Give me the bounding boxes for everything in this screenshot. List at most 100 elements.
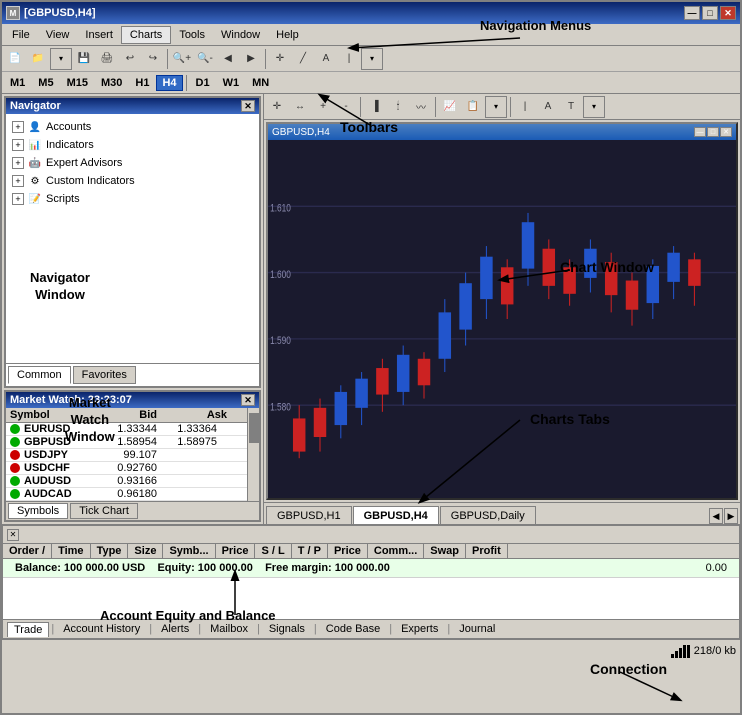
tf-m1[interactable]: M1 [4, 75, 31, 91]
ct-draw-dropdown[interactable]: ▾ [583, 96, 605, 118]
nav-tab-favorites[interactable]: Favorites [73, 366, 136, 384]
ct-candle[interactable]: 🕯 [387, 96, 409, 118]
market-watch-title: Market Watch: 23:23:07 ✕ [6, 392, 259, 408]
inner-close-btn[interactable]: ✕ [720, 127, 732, 137]
menu-window[interactable]: Window [213, 27, 268, 43]
mw-row-gbpusd[interactable]: GBPUSD 1.58954 1.58975 [6, 436, 247, 449]
nav-expand-scripts[interactable]: + [12, 193, 24, 205]
tb-print[interactable]: 🖨 [96, 48, 118, 70]
nav-expand-accounts[interactable]: + [12, 121, 24, 133]
ct-zoomin[interactable]: + [312, 96, 334, 118]
ct-period-sep[interactable]: | [514, 96, 536, 118]
menu-help[interactable]: Help [268, 27, 307, 43]
market-watch-header: Symbol Bid Ask [6, 408, 247, 423]
ct-template[interactable]: 📋 [462, 96, 484, 118]
chart-tab-prev[interactable]: ◀ [709, 508, 723, 524]
tb-scroll-right[interactable]: ▶ [240, 48, 262, 70]
tb-period-sep[interactable]: | [338, 48, 360, 70]
accounts-icon: 👤 [28, 120, 42, 134]
tb-tools-dropdown[interactable]: ▾ [361, 48, 383, 70]
nav-expand-expert[interactable]: + [12, 157, 24, 169]
nav-item-accounts[interactable]: + 👤 Accounts [8, 118, 257, 136]
tb-open[interactable]: 📁 [27, 48, 49, 70]
menu-insert[interactable]: Insert [77, 27, 121, 43]
term-tab-trade[interactable]: Trade [7, 622, 49, 637]
mw-row-audusd[interactable]: AUDUSD 0.93166 [6, 475, 247, 488]
term-tab-signals[interactable]: Signals [262, 621, 312, 637]
tb-new-chart[interactable]: 📄 [4, 48, 26, 70]
tf-d1[interactable]: D1 [190, 75, 216, 91]
menu-view[interactable]: View [38, 27, 78, 43]
tf-m15[interactable]: M15 [61, 75, 94, 91]
tb-open-dropdown[interactable]: ▾ [50, 48, 72, 70]
term-tab-mailbox[interactable]: Mailbox [203, 621, 255, 637]
tf-mn[interactable]: MN [246, 75, 275, 91]
ct-zoomout[interactable]: - [335, 96, 357, 118]
nav-item-custom-indicators[interactable]: + ⚙ Custom Indicators [8, 172, 257, 190]
tb-text[interactable]: A [315, 48, 337, 70]
tf-m5[interactable]: M5 [32, 75, 59, 91]
term-tab-codebase[interactable]: Code Base [319, 621, 387, 637]
tb-zoom-out[interactable]: 🔍- [194, 48, 216, 70]
tf-m30[interactable]: M30 [95, 75, 128, 91]
tb-redo[interactable]: ↪ [142, 48, 164, 70]
terminal-close-btn[interactable]: ✕ [7, 529, 19, 541]
tb-save[interactable]: 💾 [73, 48, 95, 70]
tf-h1[interactable]: H1 [129, 75, 155, 91]
ct-A[interactable]: A [537, 96, 559, 118]
minimize-button[interactable]: — [684, 6, 700, 20]
nav-item-scripts[interactable]: + 📝 Scripts [8, 190, 257, 208]
mw-symbol-gbpusd: GBPUSD [24, 436, 96, 448]
mw-row-eurusd[interactable]: EURUSD 1.33344 1.33364 [6, 423, 247, 436]
chart-tab-next[interactable]: ▶ [724, 508, 738, 524]
tb-zoom-in[interactable]: 🔍+ [171, 48, 193, 70]
chart-tab-gbpusd-h4[interactable]: GBPUSD,H4 [353, 506, 439, 524]
ct-crosshair[interactable]: ✛ [266, 96, 288, 118]
ct-move[interactable]: ↔ [289, 96, 311, 118]
term-tab-experts[interactable]: Experts [394, 621, 445, 637]
menu-charts[interactable]: Charts [121, 26, 171, 44]
mw-tab-tick-chart[interactable]: Tick Chart [70, 503, 138, 519]
term-tab-account-history[interactable]: Account History [56, 621, 147, 637]
ct-line[interactable]: 〰 [410, 96, 432, 118]
custom-indicators-icon: ⚙ [28, 174, 42, 188]
tb-undo[interactable]: ↩ [119, 48, 141, 70]
ct-bar[interactable]: ▐ [364, 96, 386, 118]
chart-tabs: GBPUSD,H1 GBPUSD,H4 GBPUSD,Daily ◀ ▶ [264, 502, 740, 524]
nav-expand-indicators[interactable]: + [12, 139, 24, 151]
mw-row-audcad[interactable]: AUDCAD 0.96180 [6, 488, 247, 501]
nav-item-indicators[interactable]: + 📊 Indicators [8, 136, 257, 154]
title-bar: M [GBPUSD,H4] — □ ✕ [2, 2, 740, 24]
ct-dropdown[interactable]: ▾ [485, 96, 507, 118]
mw-row-usdchf[interactable]: USDCHF 0.92760 [6, 462, 247, 475]
svg-text:1.600: 1.600 [270, 269, 291, 281]
inner-minimize-btn[interactable]: — [694, 127, 706, 137]
profit-value: 0.00 [706, 562, 735, 574]
market-watch-close-button[interactable]: ✕ [241, 394, 255, 406]
tb-line[interactable]: ╱ [292, 48, 314, 70]
chart-tab-gbpusd-h1[interactable]: GBPUSD,H1 [266, 506, 352, 524]
navigator-close-button[interactable]: ✕ [241, 100, 255, 112]
term-tab-alerts[interactable]: Alerts [154, 621, 196, 637]
maximize-button[interactable]: □ [702, 6, 718, 20]
term-tab-journal[interactable]: Journal [452, 621, 502, 637]
nav-item-expert-advisors[interactable]: + 🤖 Expert Advisors [8, 154, 257, 172]
close-button[interactable]: ✕ [720, 6, 736, 20]
chart-tab-gbpusd-daily[interactable]: GBPUSD,Daily [440, 506, 536, 524]
mw-row-usdjpy[interactable]: USDJPY 99.107 [6, 449, 247, 462]
tb-scroll-left[interactable]: ◀ [217, 48, 239, 70]
col-swap: Swap [424, 544, 466, 558]
market-watch-scrollbar[interactable] [247, 408, 259, 501]
mw-tab-symbols[interactable]: Symbols [8, 503, 68, 519]
tb-crosshair[interactable]: ✛ [269, 48, 291, 70]
ct-indicator[interactable]: 📈 [439, 96, 461, 118]
menu-file[interactable]: File [4, 27, 38, 43]
chart-area: ✛ ↔ + - ▐ 🕯 〰 📈 📋 ▾ | A T ▾ [264, 94, 740, 524]
menu-tools[interactable]: Tools [171, 27, 213, 43]
ct-T[interactable]: T [560, 96, 582, 118]
tf-h4[interactable]: H4 [156, 75, 182, 91]
nav-expand-custom[interactable]: + [12, 175, 24, 187]
inner-maximize-btn[interactable]: □ [707, 127, 719, 137]
nav-tab-common[interactable]: Common [8, 366, 71, 384]
tf-w1[interactable]: W1 [217, 75, 246, 91]
